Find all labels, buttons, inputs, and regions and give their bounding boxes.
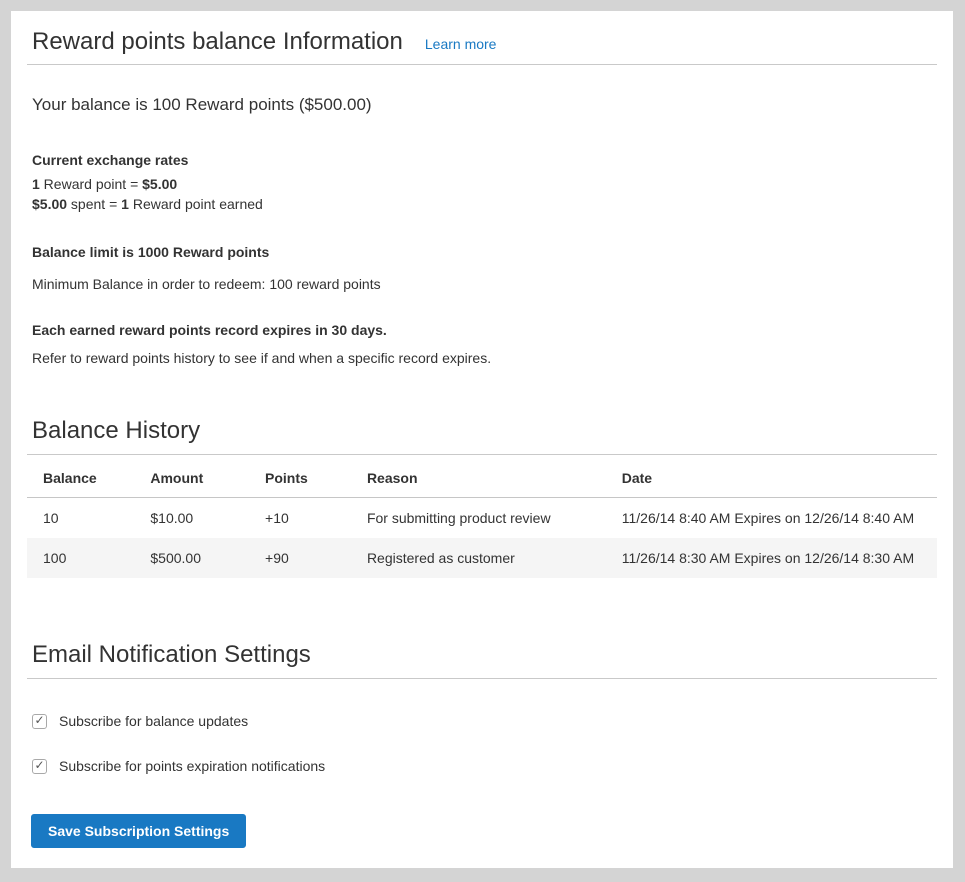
exchange-spend-line: $5.00 spent = 1 Reward point earned xyxy=(32,196,263,212)
exchange-earn-line: 1 Reward point = $5.00 xyxy=(32,176,177,192)
table-header-row: Balance Amount Points Reason Date xyxy=(27,455,937,498)
cell-points: +90 xyxy=(249,538,351,578)
cell-amount: $10.00 xyxy=(134,498,249,539)
expiry-text: Each earned reward points record expires… xyxy=(32,320,937,340)
balance-limit-text: Balance limit is 1000 Reward points xyxy=(32,242,937,262)
balance-history-heading: Balance History xyxy=(27,416,937,455)
cell-amount: $500.00 xyxy=(134,538,249,578)
table-row: 10 $10.00 +10 For submitting product rev… xyxy=(27,498,937,539)
column-header-balance: Balance xyxy=(27,455,134,498)
page-header: Reward points balance Information Learn … xyxy=(27,27,937,65)
cell-date: 11/26/14 8:30 AM Expires on 12/26/14 8:3… xyxy=(606,538,937,578)
cell-points: +10 xyxy=(249,498,351,539)
table-row: 100 $500.00 +90 Registered as customer 1… xyxy=(27,538,937,578)
cell-date: 11/26/14 8:40 AM Expires on 12/26/14 8:4… xyxy=(606,498,937,539)
points-expiration-label[interactable]: Subscribe for points expiration notifica… xyxy=(59,758,325,774)
cell-balance: 100 xyxy=(27,538,134,578)
save-subscription-settings-button[interactable]: Save Subscription Settings xyxy=(31,814,246,848)
cell-reason: For submitting product review xyxy=(351,498,606,539)
balance-history-table: Balance Amount Points Reason Date 10 $10… xyxy=(27,455,937,578)
exchange-rates-heading: Current exchange rates xyxy=(32,150,937,170)
points-expiration-checkbox[interactable]: ✓ xyxy=(32,759,47,774)
balance-updates-option: ✓ Subscribe for balance updates xyxy=(32,713,937,729)
column-header-points: Points xyxy=(249,455,351,498)
page-title: Reward points balance Information xyxy=(32,27,403,57)
column-header-amount: Amount xyxy=(134,455,249,498)
email-settings-heading: Email Notification Settings xyxy=(27,640,937,679)
column-header-date: Date xyxy=(606,455,937,498)
learn-more-link[interactable]: Learn more xyxy=(425,36,497,52)
checkmark-icon: ✓ xyxy=(34,759,44,771)
reward-points-card: Reward points balance Information Learn … xyxy=(11,11,953,868)
checkmark-icon: ✓ xyxy=(34,714,44,726)
points-expiration-option: ✓ Subscribe for points expiration notifi… xyxy=(32,758,937,774)
balance-summary: Your balance is 100 Reward points ($500.… xyxy=(32,93,937,117)
cell-reason: Registered as customer xyxy=(351,538,606,578)
balance-updates-checkbox[interactable]: ✓ xyxy=(32,714,47,729)
exchange-rates-lines: 1 Reward point = $5.00 $5.00 spent = 1 R… xyxy=(32,174,937,214)
cell-balance: 10 xyxy=(27,498,134,539)
minimum-balance-text: Minimum Balance in order to redeem: 100 … xyxy=(32,274,937,294)
column-header-reason: Reason xyxy=(351,455,606,498)
balance-updates-label[interactable]: Subscribe for balance updates xyxy=(59,713,248,729)
expiry-note-text: Refer to reward points history to see if… xyxy=(32,348,937,368)
